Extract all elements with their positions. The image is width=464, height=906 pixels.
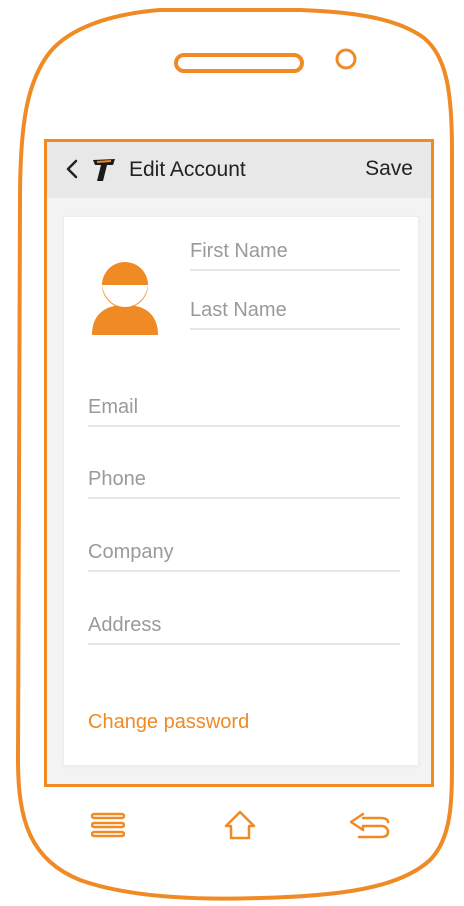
back-button[interactable] <box>61 154 83 184</box>
home-icon <box>224 810 256 840</box>
chevron-left-icon <box>66 159 78 179</box>
address-field[interactable]: Address <box>88 611 400 645</box>
address-placeholder: Address <box>88 614 162 636</box>
company-placeholder: Company <box>88 541 174 563</box>
top-bar: Edit Account Save <box>47 142 431 198</box>
company-field[interactable]: Company <box>88 538 400 572</box>
change-password-link[interactable]: Change password <box>88 711 249 734</box>
app-screen: Edit Account Save First Name Last Name E… <box>44 139 434 787</box>
save-button[interactable]: Save <box>365 157 413 181</box>
email-placeholder: Email <box>88 396 139 418</box>
phone-placeholder: Phone <box>88 468 146 490</box>
system-back-button[interactable] <box>346 805 392 845</box>
menu-button[interactable] <box>88 805 128 845</box>
camera-dot <box>335 48 357 70</box>
phone-field[interactable]: Phone <box>88 465 400 499</box>
menu-icon <box>91 812 125 838</box>
app-logo-icon <box>93 159 115 181</box>
last-name-placeholder: Last Name <box>190 299 287 321</box>
user-avatar-icon[interactable] <box>86 253 164 335</box>
email-field[interactable]: Email <box>88 393 400 427</box>
first-name-field[interactable]: First Name <box>190 237 400 271</box>
page-title: Edit Account <box>129 158 246 181</box>
last-name-field[interactable]: Last Name <box>190 296 400 330</box>
home-button[interactable] <box>220 805 260 845</box>
first-name-placeholder: First Name <box>190 240 288 262</box>
account-form-card: First Name Last Name Email Phone Company… <box>63 216 419 766</box>
speaker-slot <box>174 53 304 73</box>
back-arrow-icon <box>349 812 390 839</box>
